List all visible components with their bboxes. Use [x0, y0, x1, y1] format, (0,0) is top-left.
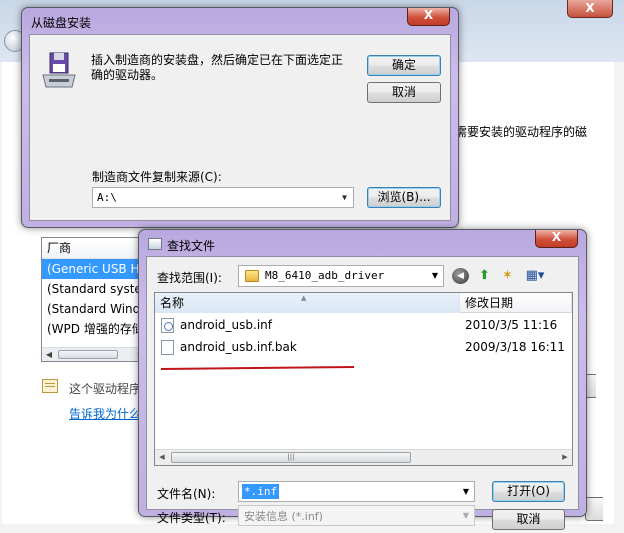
manufacturer-item[interactable]: (Standard syste: [42, 279, 148, 299]
file-name: android_usb.inf.bak: [180, 340, 297, 354]
wizard-next-button[interactable]: [585, 497, 603, 521]
manufacturer-item[interactable]: (Standard Wind: [42, 299, 148, 319]
manufacturer-item[interactable]: (Generic USB H: [42, 259, 148, 279]
inf-file-icon: [161, 318, 174, 333]
scroll-right-icon[interactable]: ▶: [558, 450, 572, 465]
scroll-left-icon[interactable]: ◀: [42, 348, 56, 361]
cancel-button[interactable]: 取消: [492, 509, 565, 530]
background-close-button[interactable]: X: [567, 0, 613, 18]
wizard-description-text: 需要安装的驱动程序的磁: [455, 125, 588, 139]
column-date-label: 修改日期: [465, 296, 514, 310]
column-header-date[interactable]: 修改日期: [460, 293, 572, 313]
copy-source-value: A:\: [97, 191, 117, 204]
dropdown-arrow-icon[interactable]: ▼: [336, 188, 353, 207]
instruction-text: 插入制造商的安装盘，然后确定已在下面选定正确的驱动器。: [91, 53, 344, 82]
open-button[interactable]: 打开(O): [492, 481, 565, 502]
new-folder-icon[interactable]: ✶: [499, 268, 516, 284]
file-list-header: ▲ 名称 修改日期: [155, 293, 572, 313]
column-name-label: 名称: [160, 296, 185, 310]
file-list[interactable]: ▲ 名称 修改日期 android_usb.inf 2010/3/5 11:16…: [154, 292, 573, 466]
file-row[interactable]: android_usb.inf.bak 2009/3/18 16:11: [155, 337, 572, 357]
manufacturer-column-header[interactable]: 厂商: [42, 238, 148, 259]
file-name-value: *.inf: [242, 484, 280, 499]
copy-source-combo[interactable]: A:\ ▼: [92, 187, 354, 208]
manufacturer-item[interactable]: (WPD 增强的存储: [42, 319, 148, 339]
file-type-value: 安装信息 (*.inf): [244, 510, 323, 523]
file-name-label: 文件名(N):: [157, 487, 216, 501]
file-date: 2010/3/5 11:16: [465, 318, 558, 332]
file-type-combo[interactable]: 安装信息 (*.inf) ▼: [238, 505, 475, 526]
manufacturer-list[interactable]: 厂商 (Generic USB H (Standard syste (Stand…: [41, 237, 149, 362]
file-row[interactable]: android_usb.inf 2010/3/5 11:16: [155, 315, 572, 335]
dialog-body: 查找范围(I): M8_6410_adb_driver ▼ ◀ ⬆ ✶ ▦▾ ▲…: [146, 256, 579, 530]
scroll-thumb[interactable]: |||: [171, 452, 411, 463]
driver-signature-text: 这个驱动程序: [69, 382, 142, 396]
disk-drive-icon: [42, 52, 76, 88]
look-in-combo[interactable]: M8_6410_adb_driver ▼: [238, 265, 444, 287]
dialog-body: 插入制造商的安装盘，然后确定已在下面选定正确的驱动器。 确定 取消 制造商文件复…: [29, 34, 451, 221]
look-in-label: 查找范围(I):: [157, 271, 222, 285]
dropdown-arrow-icon[interactable]: ▼: [458, 482, 474, 501]
browse-button[interactable]: 浏览(B)...: [367, 187, 441, 208]
close-button[interactable]: X: [535, 230, 578, 248]
why-signing-link[interactable]: 告诉我为什么: [69, 405, 141, 422]
back-icon[interactable]: ◀: [452, 268, 469, 284]
file-name-input[interactable]: *.inf ▼: [238, 481, 475, 502]
manufacturer-scrollbar[interactable]: ◀ ▶: [42, 347, 148, 361]
driver-signature-icon: [42, 379, 58, 393]
ok-button[interactable]: 确定: [367, 55, 441, 76]
find-file-icon: [148, 238, 162, 250]
column-header-name[interactable]: ▲ 名称: [155, 293, 460, 313]
folder-icon: [245, 270, 259, 282]
scroll-left-icon[interactable]: ◀: [155, 450, 169, 465]
file-icon: [161, 340, 174, 355]
dropdown-arrow-icon[interactable]: ▼: [427, 266, 443, 286]
install-from-disk-dialog: 从磁盘安装 X 插入制造商的安装盘，然后确定已在下面选定正确的驱动器。 确定 取…: [21, 7, 459, 228]
file-list-scrollbar[interactable]: ◀ ||| ▶: [155, 449, 572, 465]
copy-source-label: 制造商文件复制来源(C):: [92, 170, 222, 184]
dropdown-arrow-icon[interactable]: ▼: [458, 506, 474, 525]
scroll-thumb[interactable]: [58, 350, 118, 359]
dialog-title: 从磁盘安装: [31, 16, 92, 30]
up-folder-icon[interactable]: ⬆: [476, 268, 493, 284]
close-button[interactable]: X: [407, 8, 450, 26]
views-menu-icon[interactable]: ▦▾: [523, 268, 547, 284]
file-date: 2009/3/18 16:11: [465, 340, 565, 354]
sort-arrow-icon: ▲: [301, 294, 307, 302]
file-type-label: 文件类型(T):: [157, 511, 226, 525]
file-name: android_usb.inf: [180, 318, 272, 332]
dialog-title: 查找文件: [167, 239, 216, 253]
cancel-button[interactable]: 取消: [367, 82, 441, 103]
find-file-dialog: 查找文件 X 查找范围(I): M8_6410_adb_driver ▼ ◀ ⬆…: [138, 229, 587, 530]
look-in-value: M8_6410_adb_driver: [265, 269, 385, 282]
